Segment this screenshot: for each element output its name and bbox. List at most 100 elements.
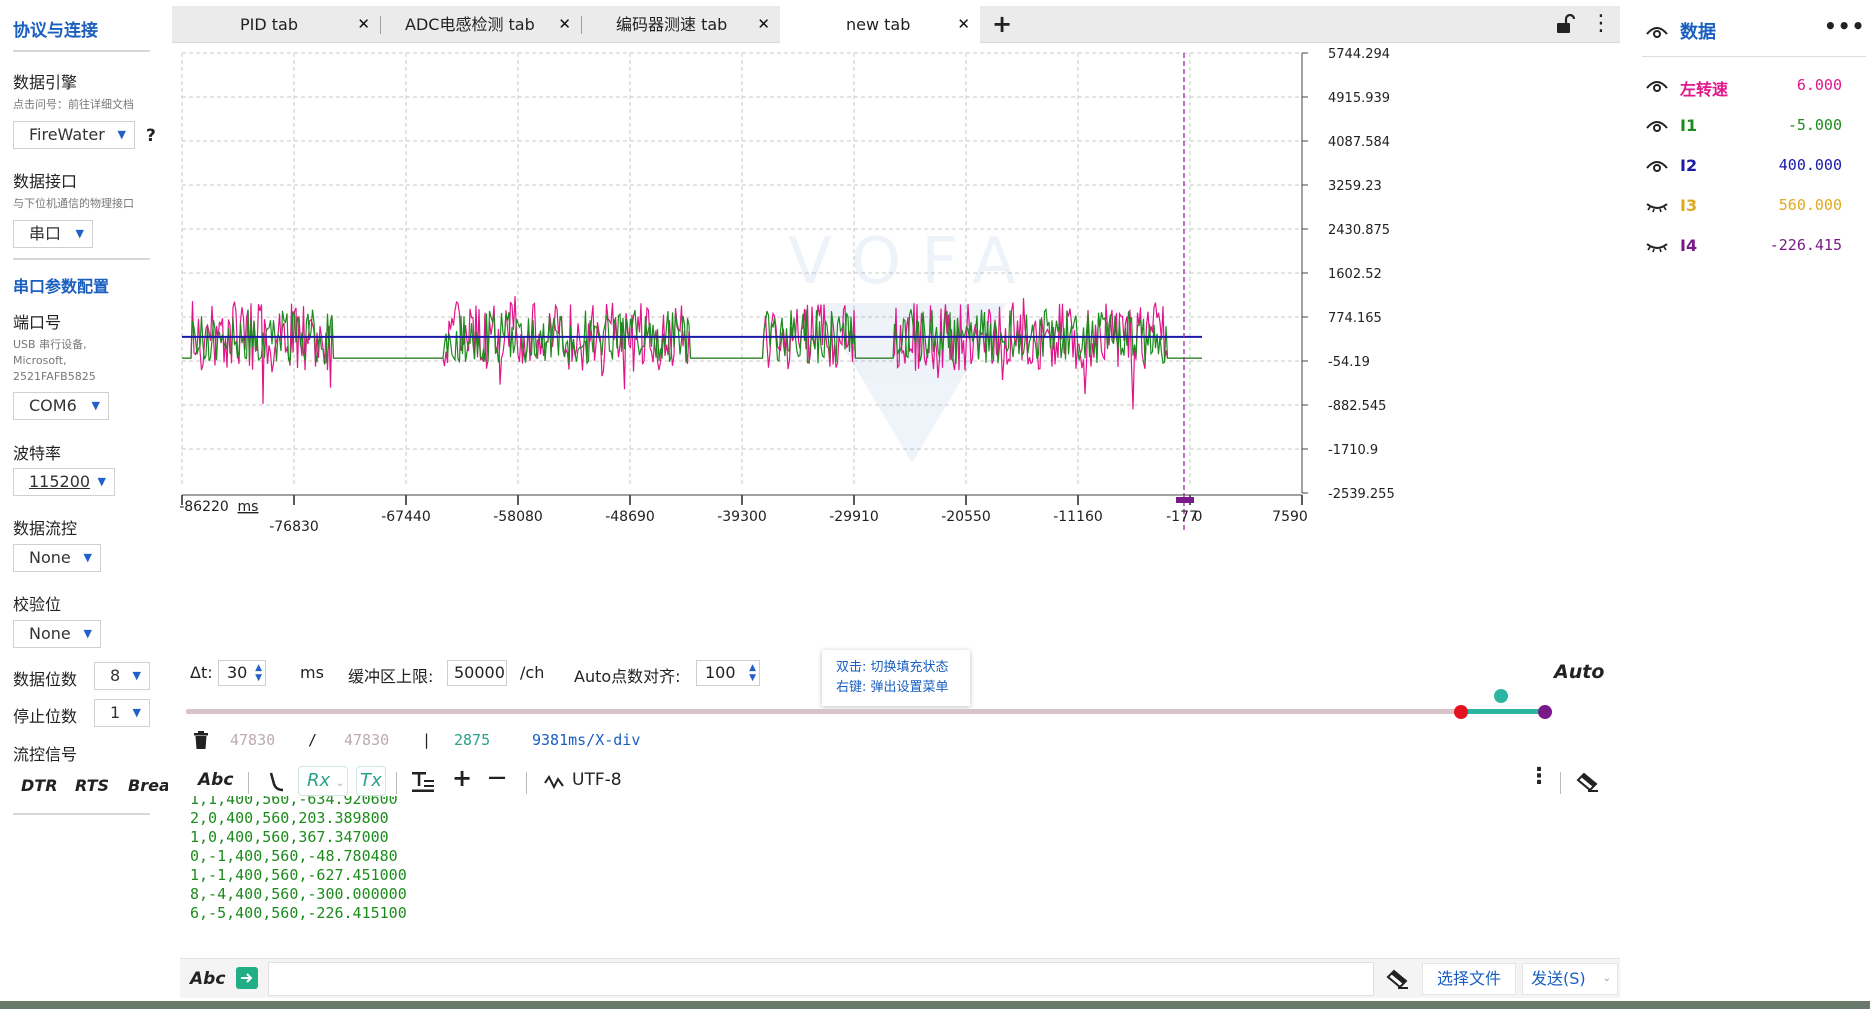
tab-encoder[interactable]: 编码器测速 tab ✕ bbox=[582, 6, 780, 43]
dt-input[interactable]: 30 ▲ ▼ bbox=[218, 660, 266, 686]
send-label: 发送(S) bbox=[1531, 969, 1586, 988]
text-format-icon[interactable] bbox=[412, 772, 434, 792]
divider bbox=[1642, 56, 1866, 57]
more-vertical-icon[interactable]: ⋮ bbox=[1590, 8, 1612, 40]
auto-label[interactable]: Auto bbox=[1554, 661, 1604, 683]
terminal-output[interactable]: 1,1,400,560,-634.920600 2,0,400,560,203.… bbox=[190, 796, 1590, 946]
align-value: 100 bbox=[705, 663, 736, 682]
close-icon[interactable]: ✕ bbox=[357, 6, 370, 43]
close-icon[interactable]: ✕ bbox=[757, 6, 770, 43]
stats-count-b: 47830 bbox=[344, 731, 390, 749]
tab-new[interactable]: new tab ✕ bbox=[780, 6, 980, 43]
file-import-icon[interactable] bbox=[236, 967, 258, 989]
section-title-serial: 串口参数配置 bbox=[13, 277, 110, 296]
interface-note: 与下位机通信的物理接口 bbox=[13, 197, 134, 210]
y-tick-label: -54.19 bbox=[1328, 355, 1370, 370]
eye-icon[interactable] bbox=[1646, 118, 1668, 134]
eye-icon[interactable] bbox=[1646, 78, 1668, 94]
y-tick-label: 774.165 bbox=[1328, 311, 1382, 326]
chevron-down-icon: ⌄ bbox=[1602, 973, 1611, 984]
port-select[interactable]: COM6 ▼ bbox=[13, 392, 109, 420]
plot-controls: Δt: 30 ▲ ▼ ms 缓冲区上限: 50000 /ch Auto点数对齐: … bbox=[172, 645, 1620, 755]
unlock-icon[interactable] bbox=[1552, 12, 1576, 36]
buffer-label: 缓冲区上限: bbox=[348, 667, 434, 686]
databits-select[interactable]: 8 ▼ bbox=[94, 662, 150, 690]
trash-icon[interactable] bbox=[194, 731, 208, 749]
waveform-plot[interactable]: VOFA -86220 -76830 -67440 -58080 -48690 -3930… bbox=[172, 43, 1620, 645]
break-toggle[interactable]: Break bbox=[128, 776, 168, 795]
divider bbox=[13, 258, 150, 260]
more-horizontal-icon[interactable]: ••• bbox=[1824, 14, 1865, 38]
rts-toggle[interactable]: RTS bbox=[75, 776, 109, 795]
rx-toggle[interactable]: Rx ⌄ bbox=[298, 766, 348, 796]
dt-unit: ms bbox=[300, 663, 324, 682]
tx-toggle[interactable]: Tx bbox=[356, 766, 386, 796]
data-panel-title: 数据 bbox=[1680, 22, 1716, 43]
y-tick-label: 4915.939 bbox=[1328, 91, 1390, 106]
more-vertical-icon[interactable]: ⋮ bbox=[1528, 764, 1550, 789]
sidebar: 协议与连接 数据引擎 点击问号：前往详细文档 FireWater ▼ ? 数据接… bbox=[0, 0, 172, 1009]
stopbits-select[interactable]: 1 ▼ bbox=[94, 699, 150, 727]
close-icon[interactable]: ✕ bbox=[558, 6, 571, 43]
input-abc-button[interactable]: Abc bbox=[190, 969, 225, 989]
channel-row[interactable]: I3 560.000 bbox=[1628, 190, 1870, 224]
eye-icon[interactable] bbox=[1646, 158, 1668, 174]
cursor-marker[interactable] bbox=[1176, 497, 1194, 503]
port-label: 端口号 bbox=[13, 313, 62, 332]
channel-row[interactable]: I2 400.000 bbox=[1628, 150, 1870, 184]
channel-row[interactable]: I4 -226.415 bbox=[1628, 230, 1870, 264]
databits-label: 数据位数 bbox=[13, 670, 78, 689]
zoom-in-button[interactable]: + bbox=[452, 764, 472, 792]
eye-closed-icon[interactable] bbox=[1646, 198, 1668, 214]
flow-select[interactable]: None ▼ bbox=[13, 544, 101, 572]
help-button[interactable]: ? bbox=[146, 126, 156, 146]
x-unit-label: ms bbox=[238, 499, 259, 515]
channel-row[interactable]: 左转速 6.000 bbox=[1628, 70, 1870, 104]
close-icon[interactable]: ✕ bbox=[957, 6, 970, 43]
range-slider-track[interactable] bbox=[186, 709, 1472, 714]
baud-select[interactable]: 115200 ▼ bbox=[13, 468, 115, 496]
align-input[interactable]: 100 ▲ ▼ bbox=[696, 660, 760, 686]
spinner-icon[interactable]: ▲ ▼ bbox=[749, 663, 756, 683]
buffer-unit: /ch bbox=[520, 663, 545, 682]
eraser-icon[interactable] bbox=[1576, 772, 1598, 792]
plot-canvas[interactable]: VOFA -86220 -76830 -67440 -58080 -48690 -3930… bbox=[172, 43, 1620, 645]
waveform-icon[interactable] bbox=[544, 774, 564, 790]
encoding-select[interactable]: UTF-8 bbox=[572, 770, 622, 790]
eye-closed-icon[interactable] bbox=[1646, 238, 1668, 254]
channel-value: -226.415 bbox=[1769, 236, 1842, 254]
slider-knob-left[interactable] bbox=[1454, 705, 1468, 719]
section-title-protocol: 协议与连接 bbox=[13, 21, 98, 41]
y-tick-label: 4087.584 bbox=[1328, 135, 1390, 150]
watermark-text: VOFA bbox=[788, 225, 1036, 299]
range-slider-range[interactable] bbox=[1460, 709, 1542, 714]
dtr-toggle[interactable]: DTR bbox=[21, 776, 58, 795]
x-tick-label: -58080 bbox=[493, 509, 543, 525]
spinner-icon[interactable]: ▲ ▼ bbox=[255, 663, 262, 683]
abc-button[interactable]: Abc bbox=[198, 770, 233, 790]
parity-select[interactable]: None ▼ bbox=[13, 620, 101, 648]
eraser-icon[interactable] bbox=[1386, 969, 1408, 989]
send-button[interactable]: 发送(S) ⌄ bbox=[1522, 963, 1618, 995]
engine-select[interactable]: FireWater ▼ bbox=[13, 121, 135, 149]
tab-pid[interactable]: PID tab ✕ bbox=[172, 6, 380, 43]
interface-select[interactable]: 串口 ▼ bbox=[13, 220, 93, 248]
stats-count-a: 47830 bbox=[230, 731, 276, 749]
tab-adc[interactable]: ADC电感检测 tab ✕ bbox=[381, 6, 581, 43]
buffer-input[interactable]: 50000 bbox=[447, 660, 507, 686]
parity-label: 校验位 bbox=[13, 595, 62, 614]
engine-note: 点击问号：前往详细文档 bbox=[13, 98, 134, 111]
choose-file-button[interactable]: 选择文件 bbox=[1422, 963, 1516, 995]
channel-row[interactable]: I1 -5.000 bbox=[1628, 110, 1870, 144]
y-tick-label: -1710.9 bbox=[1328, 443, 1378, 458]
line-break-icon[interactable] bbox=[268, 772, 286, 792]
slider-knob-right[interactable] bbox=[1538, 705, 1552, 719]
stats-count-c: 2875 bbox=[454, 731, 491, 749]
tooltip-line-1: 双击: 切换填充状态 bbox=[836, 660, 949, 675]
add-tab-button[interactable]: + bbox=[992, 6, 1012, 42]
send-input[interactable] bbox=[268, 962, 1374, 996]
zoom-out-button[interactable]: — bbox=[488, 767, 506, 788]
y-axis: 5744.294 4915.939 4087.584 3259.23 2430.875 1… bbox=[1301, 47, 1395, 502]
slider-knob-middle[interactable] bbox=[1494, 689, 1508, 703]
channel-name: I4 bbox=[1680, 236, 1698, 255]
